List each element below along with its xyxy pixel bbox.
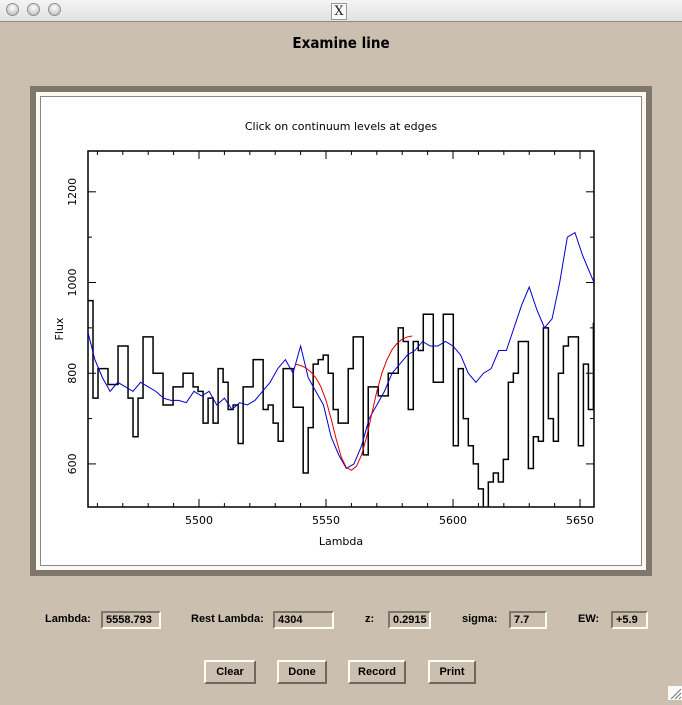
lambda-field[interactable]: 5558.793 [101, 611, 161, 629]
resize-grip-icon[interactable] [668, 686, 682, 700]
x-tick-label: 5600 [439, 514, 467, 527]
x-tick-label: 5500 [185, 514, 213, 527]
ew-label: EW: [578, 613, 600, 625]
y-tick-label: 600 [66, 453, 79, 474]
window-titlebar: X [0, 0, 682, 22]
series-spectrum [88, 299, 594, 507]
y-tick-label: 1200 [66, 178, 79, 206]
lambda-label: Lambda: [45, 613, 91, 625]
redshift-label: z: [365, 613, 375, 625]
rest-lambda-field[interactable]: 4304 [273, 611, 334, 629]
x-axis-label: Lambda [319, 535, 363, 548]
y-axis-label: Flux [53, 317, 66, 340]
record-button[interactable]: Record [348, 660, 406, 684]
plot-border [87, 150, 595, 508]
x-tick-label: 5650 [566, 514, 594, 527]
chart-title: Click on continuum levels at edges [245, 120, 438, 133]
dialog-heading: Examine line [292, 34, 390, 52]
redshift-field[interactable]: 0.2915 [388, 611, 431, 629]
print-button[interactable]: Print [428, 660, 476, 684]
plot-canvas-area[interactable]: Click on continuum levels at edges Lambd… [40, 96, 642, 566]
sigma-field[interactable]: 7.7 [509, 611, 547, 629]
x-tick-label: 5550 [312, 514, 340, 527]
x11-icon: X [331, 3, 347, 20]
close-window-button[interactable] [6, 3, 19, 16]
sigma-label: sigma: [462, 613, 498, 625]
minimize-window-button[interactable] [27, 3, 40, 16]
y-tick-label: 1000 [66, 269, 79, 297]
clear-button[interactable]: Clear [204, 660, 256, 684]
done-button[interactable]: Done [277, 660, 327, 684]
rest-lambda-label: Rest Lambda: [191, 613, 264, 625]
y-tick-label: 800 [66, 363, 79, 384]
spectrum-chart[interactable]: Click on continuum levels at edges Lambd… [41, 97, 641, 565]
ew-field[interactable]: +5.9 [611, 611, 648, 629]
zoom-window-button[interactable] [48, 3, 61, 16]
